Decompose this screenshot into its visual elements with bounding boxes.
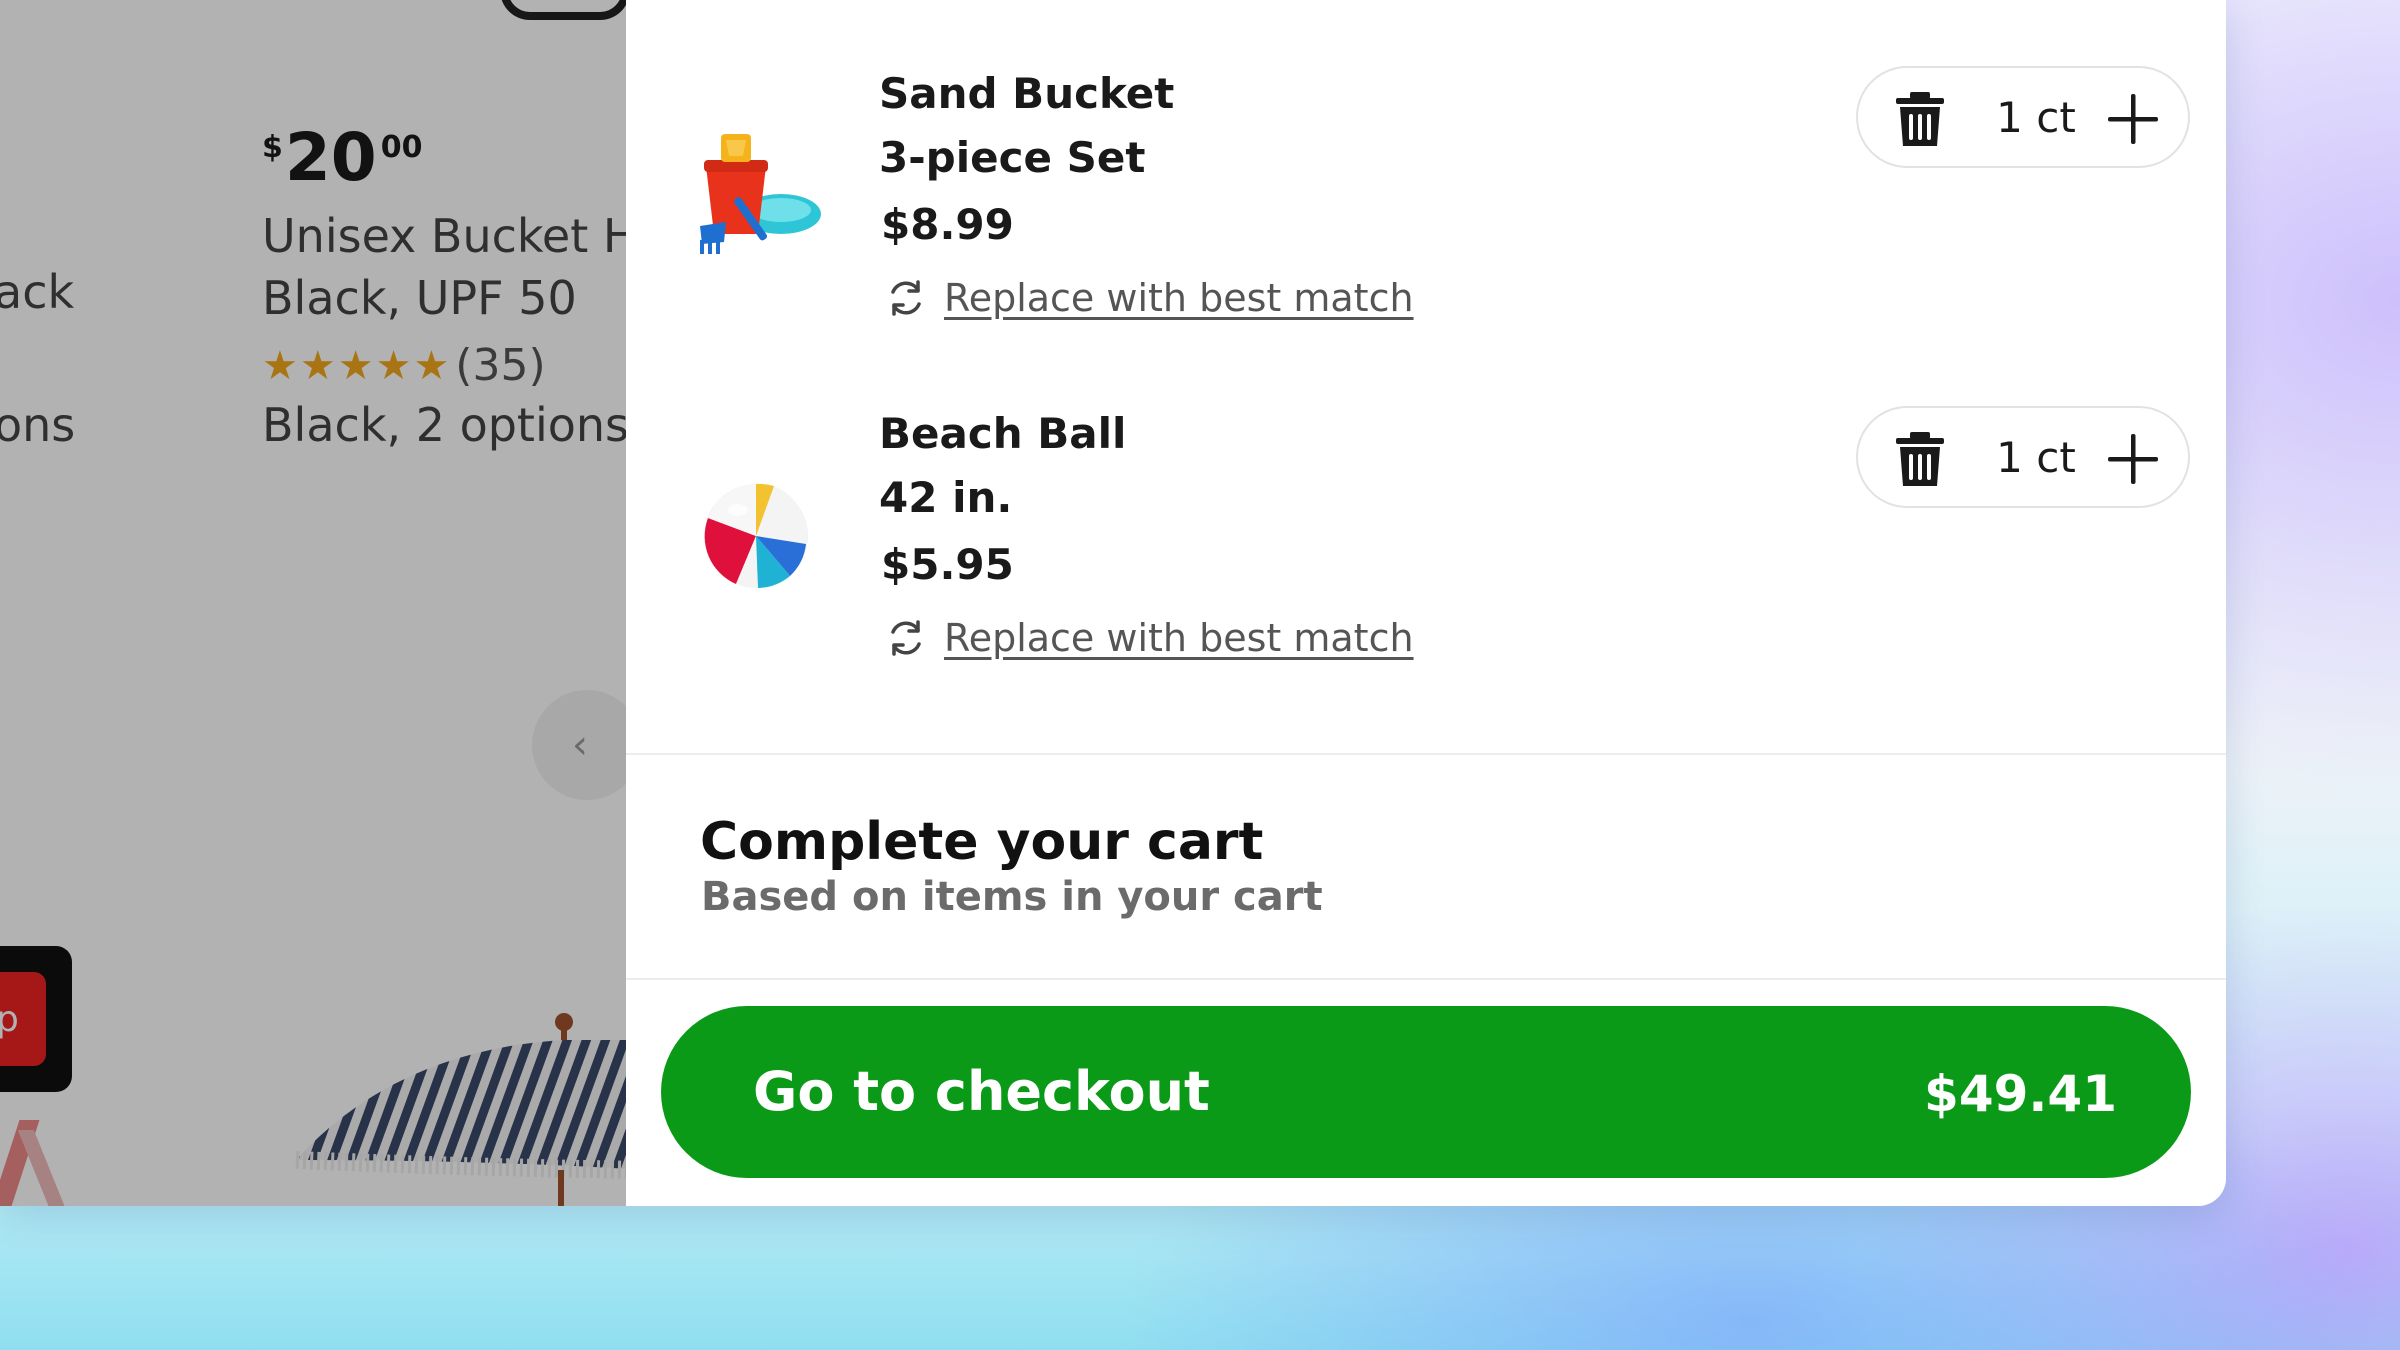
- checkout-label: Go to checkout: [753, 1060, 1210, 1123]
- quantity-value: 1 ct: [1996, 433, 2076, 482]
- replace-with-best-match-link[interactable]: Replace with best match: [884, 276, 1414, 320]
- item-name-line1: Beach Ball: [879, 409, 1127, 458]
- quantity-value: 1 ct: [1996, 93, 2076, 142]
- item-name[interactable]: Sand Bucket 3-piece Set: [879, 62, 1174, 190]
- item-name-line2: 3-piece Set: [879, 133, 1146, 182]
- background-product-page: $ 20 00 Unisex Bucket H Black, UPF 50 ★★…: [0, 0, 626, 1206]
- item-name-line1: Sand Bucket: [879, 69, 1175, 118]
- replace-with-best-match-link[interactable]: Replace with best match: [884, 616, 1414, 660]
- complete-cart-subheading: Based on items in your cart: [701, 874, 1323, 920]
- cart-panel: Sand Bucket 3-piece Set $8.99 Replace wi…: [626, 0, 2226, 1206]
- go-to-checkout-button[interactable]: Go to checkout $49.41: [661, 1006, 2191, 1178]
- section-divider: [626, 753, 2226, 755]
- item-name-line2: 42 in.: [879, 473, 1013, 522]
- checkout-total: $49.41: [1924, 1065, 2117, 1123]
- modal-overlay[interactable]: [0, 0, 626, 1206]
- plus-icon[interactable]: [2106, 92, 2160, 146]
- refresh-icon: [891, 620, 921, 656]
- item-name[interactable]: Beach Ball 42 in.: [879, 402, 1126, 530]
- replace-link-label: Replace with best match: [944, 276, 1414, 320]
- replace-link-label: Replace with best match: [944, 616, 1414, 660]
- section-divider: [626, 978, 2226, 980]
- trash-icon[interactable]: [1892, 430, 1948, 488]
- refresh-icon: [891, 280, 921, 316]
- plus-icon[interactable]: [2106, 432, 2160, 486]
- browser-window: $ 20 00 Unisex Bucket H Black, UPF 50 ★★…: [0, 0, 2226, 1206]
- complete-cart-heading: Complete your cart: [700, 812, 1264, 872]
- trash-icon[interactable]: [1892, 90, 1948, 148]
- quantity-stepper: 1 ct: [1856, 406, 2190, 508]
- item-price: $8.99: [881, 200, 1014, 249]
- sand-bucket-thumbnail[interactable]: [686, 126, 826, 266]
- quantity-stepper: 1 ct: [1856, 66, 2190, 168]
- beach-ball-thumbnail[interactable]: [686, 466, 826, 606]
- item-price: $5.95: [881, 540, 1014, 589]
